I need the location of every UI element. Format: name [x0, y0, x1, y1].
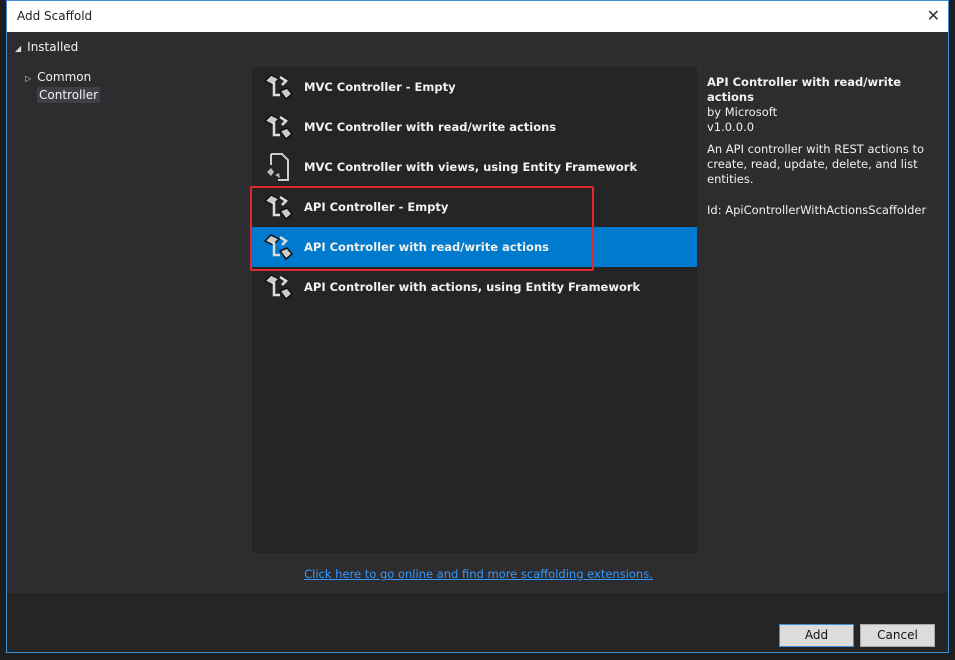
- tree-label: Controller: [37, 87, 101, 103]
- template-label: MVC Controller with views, using Entity …: [304, 160, 638, 174]
- details-author: by Microsoft: [707, 105, 778, 119]
- details-title: API Controller with read/write actions: [707, 75, 902, 104]
- controller-icon: [260, 271, 296, 303]
- tree-label: Common: [37, 70, 92, 84]
- template-item[interactable]: API Controller with read/write actions: [252, 227, 697, 267]
- cancel-button[interactable]: Cancel: [860, 624, 935, 647]
- template-list: MVC Controller - Empty MVC Controller wit…: [252, 67, 697, 553]
- tree-label: Installed: [27, 40, 79, 54]
- template-item[interactable]: API Controller with actions, using Entit…: [252, 267, 697, 307]
- template-label: API Controller with read/write actions: [304, 240, 549, 254]
- details-id: Id: ApiControllerWithActionsScaffolder: [707, 203, 927, 217]
- collapsed-triangle-icon: ▷: [25, 74, 32, 83]
- template-item[interactable]: MVC Controller with views, using Entity …: [252, 147, 697, 187]
- template-label: MVC Controller with read/write actions: [304, 120, 557, 134]
- file-controller-icon: [260, 151, 296, 183]
- add-scaffold-dialog: Add Scaffold ✕ ◢ Installed ▷ Common Contro…: [6, 0, 949, 653]
- template-item[interactable]: MVC Controller with read/write actions: [252, 107, 697, 147]
- template-label: MVC Controller - Empty: [304, 80, 456, 94]
- dialog-title: Add Scaffold: [17, 9, 93, 23]
- online-extensions-link[interactable]: Click here to go online and find more sc…: [7, 567, 950, 581]
- close-button[interactable]: ✕: [927, 6, 940, 25]
- details-version: v1.0.0.0: [707, 120, 755, 134]
- template-item[interactable]: MVC Controller - Empty: [252, 67, 697, 107]
- template-item[interactable]: API Controller - Empty: [252, 187, 697, 227]
- controller-icon: [260, 231, 296, 263]
- controller-icon: [260, 191, 296, 223]
- category-tree: ◢ Installed ▷ Common Controller: [7, 32, 247, 592]
- title-bar: Add Scaffold ✕: [7, 1, 948, 32]
- template-label: API Controller with actions, using Entit…: [304, 280, 641, 294]
- controller-icon: [260, 111, 296, 143]
- tree-node-common[interactable]: ▷ Common: [25, 70, 91, 84]
- template-label: API Controller - Empty: [304, 200, 449, 214]
- tree-node-installed[interactable]: ◢ Installed: [15, 40, 78, 54]
- controller-icon: [260, 71, 296, 103]
- details-description: An API controller with REST actions to c…: [707, 142, 925, 186]
- details-panel: API Controller with read/write actions b…: [707, 75, 947, 218]
- expanded-triangle-icon: ◢: [15, 44, 22, 53]
- add-button[interactable]: Add: [779, 624, 854, 647]
- tree-node-controller[interactable]: Controller: [37, 87, 101, 103]
